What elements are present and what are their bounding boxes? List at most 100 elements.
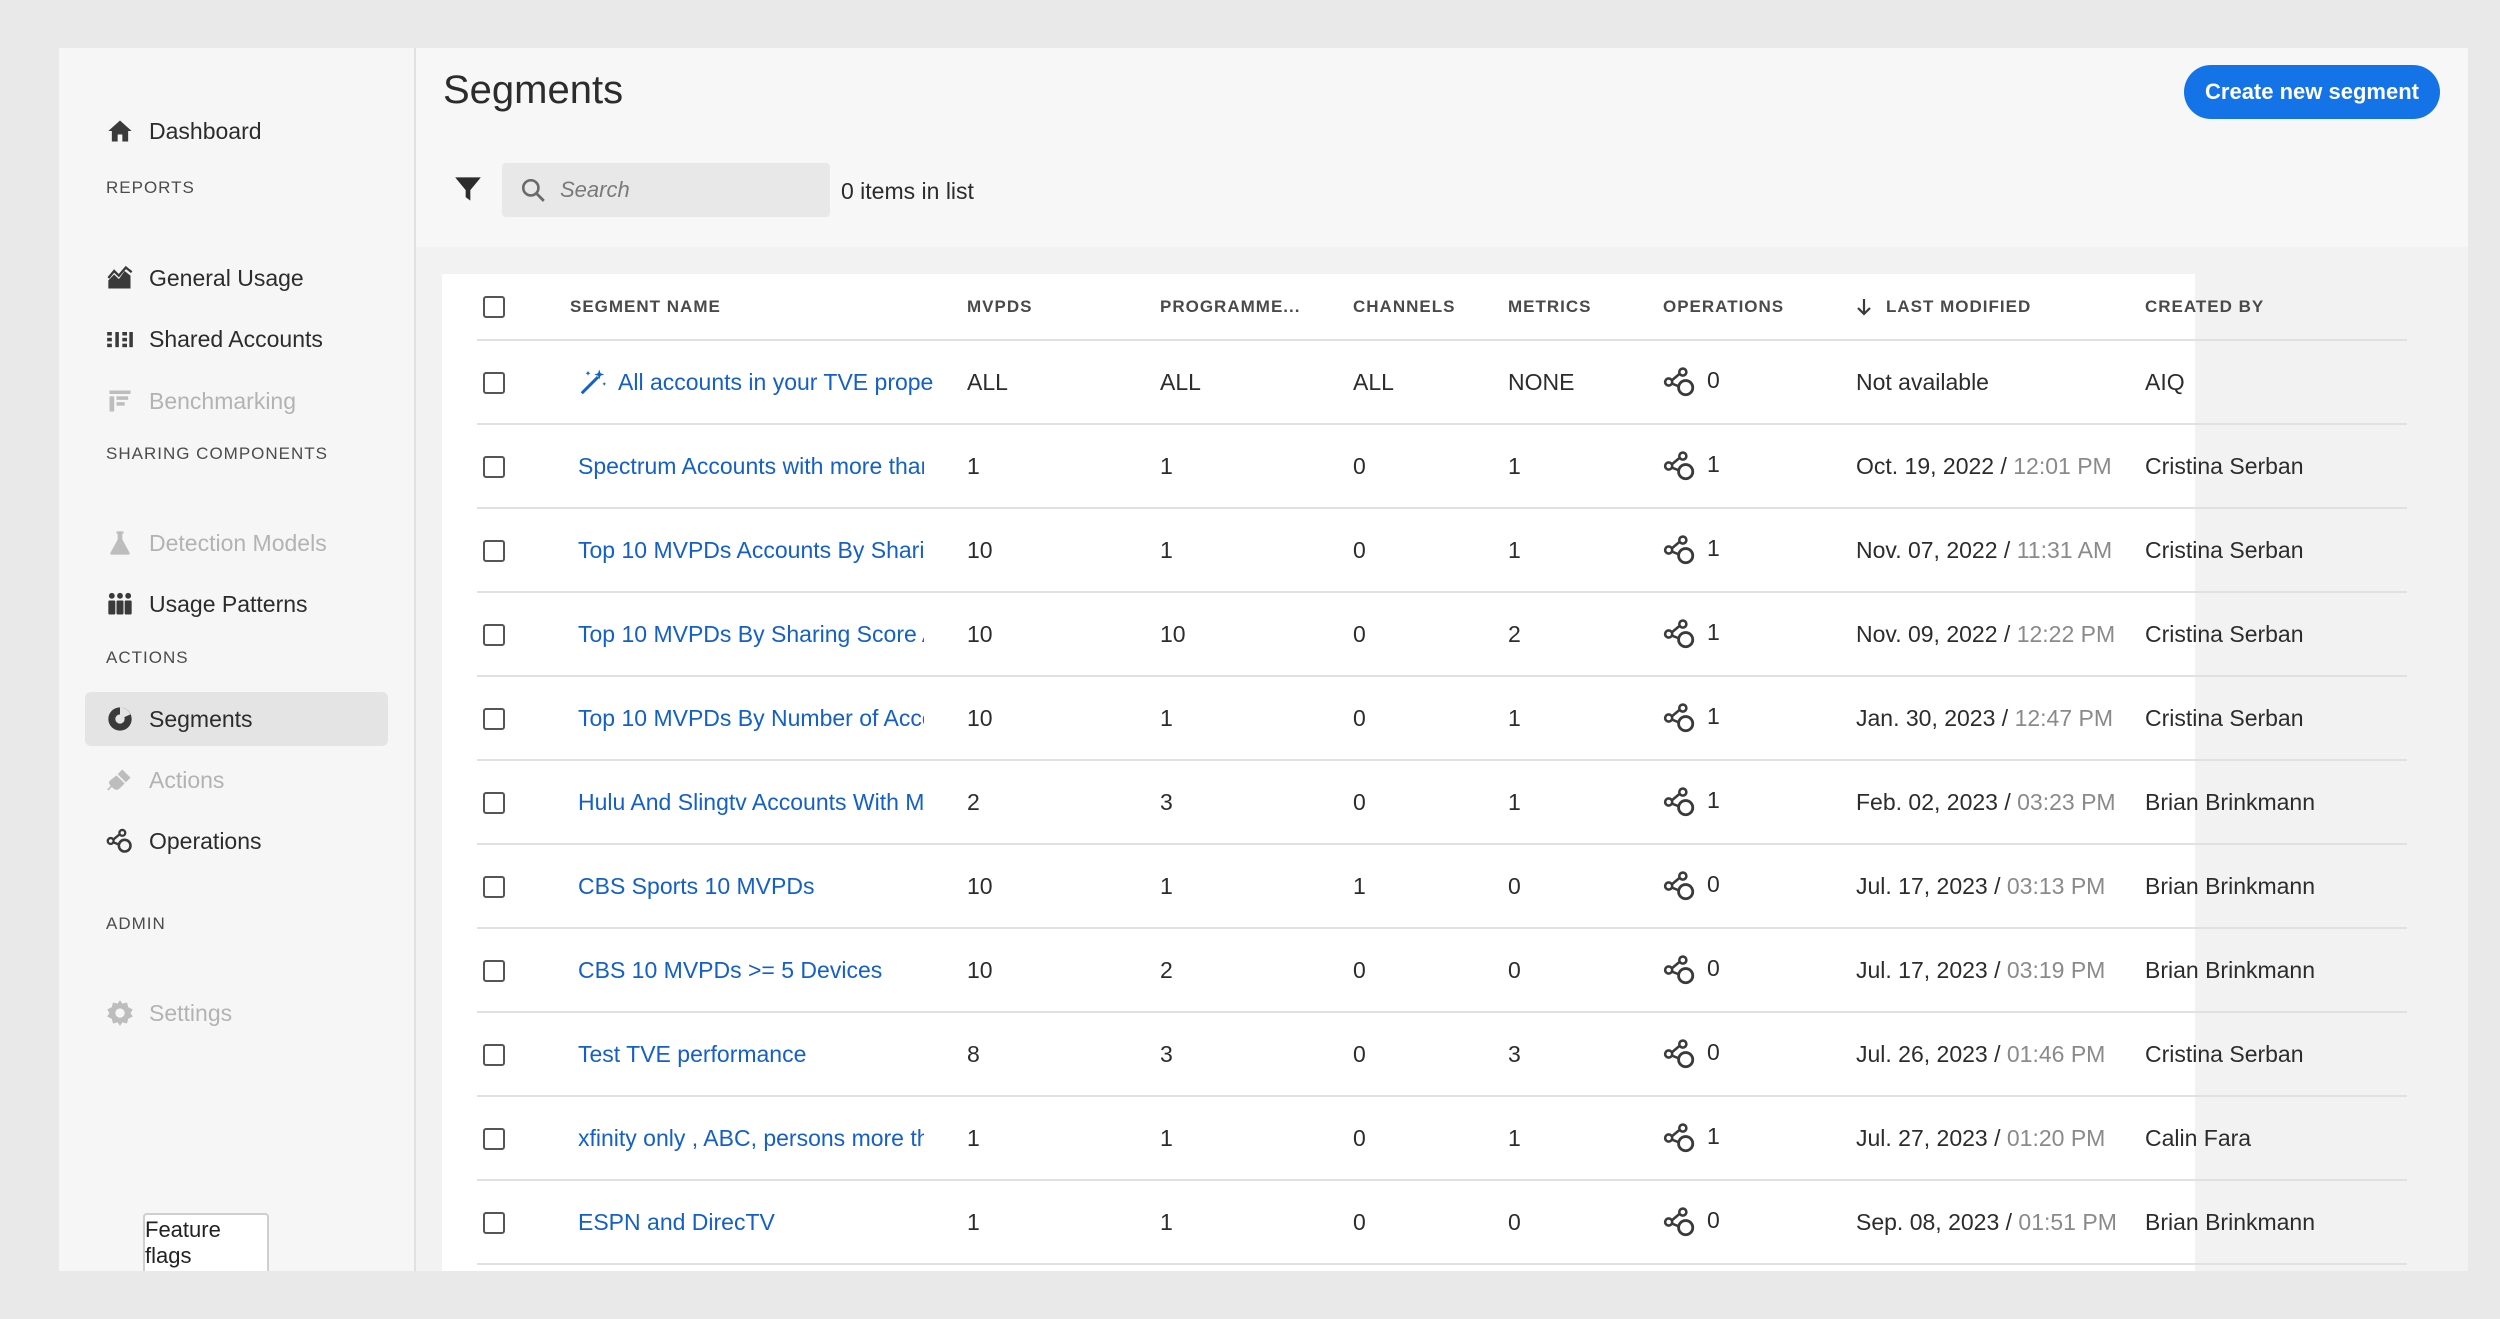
operations-cell: 1 bbox=[1663, 676, 1856, 761]
table-row[interactable]: xfinity only , ABC, persons more tha 1 1… bbox=[477, 1096, 2407, 1181]
segment-name-link[interactable]: ESPN and DirecTV bbox=[578, 1209, 775, 1236]
row-checkbox[interactable] bbox=[483, 372, 505, 395]
operations-cell: 1 bbox=[1663, 1096, 1856, 1181]
segment-name-link[interactable]: Hulu And Slingtv Accounts With Mc bbox=[578, 789, 924, 816]
segment-name-link[interactable]: Top 10 MVPDs By Sharing Score Acc bbox=[578, 621, 924, 648]
programmers-cell: 3 bbox=[1160, 760, 1353, 845]
mvpds-cell: 2 bbox=[967, 760, 1160, 845]
segment-name-link[interactable]: CBS 10 MVPDs >= 5 Devices bbox=[578, 957, 882, 984]
segment-name-cell: Top 10 MVPDs By Sharing Score Acc bbox=[570, 592, 967, 677]
mvpds-cell: 8 bbox=[967, 1012, 1160, 1097]
table-row[interactable]: Top 10 MVPDs By Sharing Score Acc 10 10 … bbox=[477, 592, 2407, 677]
table-row[interactable]: Spectrum Accounts with more than 1 1 0 1… bbox=[477, 424, 2407, 509]
page-header: Segments Create new segment 0 items in l… bbox=[416, 48, 2468, 247]
operations-icon bbox=[1663, 955, 1695, 985]
section-heading-sharing-components: SHARING COMPONENTS bbox=[106, 444, 329, 463]
segment-name-link[interactable]: Top 10 MVPDs By Number of Accou bbox=[578, 705, 924, 732]
modified-date: Jul. 27, 2023 / bbox=[1856, 1124, 2001, 1151]
search-field[interactable] bbox=[502, 163, 830, 217]
sidebar-item-label: Benchmarking bbox=[149, 387, 297, 414]
created-by-cell: AIQ bbox=[2145, 340, 2407, 425]
last-modified-cell: Jan. 30, 2023 / 12:47 PM bbox=[1856, 676, 2145, 761]
column-header-programmers[interactable]: PROGRAMME... bbox=[1160, 274, 1353, 341]
select-all-checkbox[interactable] bbox=[483, 295, 505, 318]
table-row[interactable]: CBS 10 MVPDs >= 5 Devices 10 2 0 0 0 Jul… bbox=[477, 928, 2407, 1013]
operations-icon bbox=[1663, 451, 1695, 481]
sidebar-item-operations[interactable]: Operations bbox=[85, 814, 388, 868]
mvpds-cell: 10 bbox=[967, 928, 1160, 1013]
row-checkbox[interactable] bbox=[483, 792, 505, 815]
row-checkbox[interactable] bbox=[483, 960, 505, 983]
row-checkbox[interactable] bbox=[483, 456, 505, 479]
sidebar-item-segments[interactable]: Segments bbox=[85, 692, 388, 746]
table-row[interactable]: CBS Sports 10 MVPDs 10 1 1 0 0 Jul. 17, … bbox=[477, 844, 2407, 929]
last-modified-cell: Oct. 19, 2022 / 12:01 PM bbox=[1856, 424, 2145, 509]
segment-name-link[interactable]: Spectrum Accounts with more than bbox=[578, 453, 924, 480]
column-header-last-modified[interactable]: LAST MODIFIED bbox=[1856, 274, 2145, 341]
last-modified-cell: Jul. 26, 2023 / 01:46 PM bbox=[1856, 1012, 2145, 1097]
column-header-metrics[interactable]: METRICS bbox=[1508, 274, 1663, 341]
segment-name-cell: Top 10 MVPDs Accounts By Sharing bbox=[570, 508, 967, 593]
row-checkbox[interactable] bbox=[483, 540, 505, 563]
sidebar-item-benchmarking[interactable]: Benchmarking bbox=[85, 374, 388, 428]
sidebar-item-label: Actions bbox=[149, 766, 225, 793]
sidebar-item-dashboard[interactable]: Dashboard bbox=[85, 104, 388, 158]
row-select-cell bbox=[477, 1096, 570, 1181]
segment-name-link[interactable]: Test TVE performance bbox=[578, 1041, 806, 1068]
modified-date: Jul. 17, 2023 / bbox=[1856, 956, 2001, 983]
feature-flags-button[interactable]: Feature flags bbox=[143, 1213, 269, 1271]
row-checkbox[interactable] bbox=[483, 708, 505, 731]
segment-name-link[interactable]: All accounts in your TVE prope bbox=[618, 369, 933, 396]
table-row[interactable]: Test TVE performance 8 3 0 3 0 Jul. 26, … bbox=[477, 1012, 2407, 1097]
main-content: Segments Create new segment 0 items in l… bbox=[416, 48, 2468, 1271]
create-new-segment-button[interactable]: Create new segment bbox=[2184, 65, 2440, 119]
sidebar-item-label: Segments bbox=[149, 705, 253, 732]
chart-icon bbox=[105, 263, 135, 293]
row-checkbox[interactable] bbox=[483, 876, 505, 899]
column-header-channels[interactable]: CHANNELS bbox=[1353, 274, 1508, 341]
segment-name-cell: Top 10 MVPDs By Number of Accou bbox=[570, 676, 967, 761]
row-checkbox[interactable] bbox=[483, 1128, 505, 1151]
table-row[interactable]: Top 10 MVPDs Accounts By Sharing 10 1 0 … bbox=[477, 508, 2407, 593]
column-header-mvpds[interactable]: MVPDS bbox=[967, 274, 1160, 341]
operations-cell: 1 bbox=[1663, 592, 1856, 677]
operations-cell: 1 bbox=[1663, 760, 1856, 845]
last-modified-cell: Feb. 02, 2023 / 03:23 PM bbox=[1856, 760, 2145, 845]
sidebar-item-general-usage[interactable]: General Usage bbox=[85, 251, 388, 305]
created-by-cell: Cristina Serban bbox=[2145, 424, 2407, 509]
row-checkbox[interactable] bbox=[483, 1212, 505, 1235]
row-checkbox[interactable] bbox=[483, 1044, 505, 1067]
row-checkbox[interactable] bbox=[483, 624, 505, 647]
row-select-cell bbox=[477, 844, 570, 929]
table-row[interactable]: Top 10 MVPDs By Number of Accou 10 1 0 1… bbox=[477, 676, 2407, 761]
table-row[interactable]: Hulu And Slingtv Accounts With Mc 2 3 0 … bbox=[477, 760, 2407, 845]
sidebar-item-detection-models[interactable]: Detection Models bbox=[85, 516, 388, 570]
sidebar-item-actions[interactable]: Actions bbox=[85, 753, 388, 807]
modified-time: 01:20 PM bbox=[2006, 1124, 2106, 1151]
mvpds-cell: 10 bbox=[967, 592, 1160, 677]
row-select-cell bbox=[477, 1180, 570, 1265]
modified-date: Sep. 08, 2023 / bbox=[1856, 1208, 2013, 1235]
sidebar-item-settings[interactable]: Settings bbox=[85, 986, 388, 1040]
table-row[interactable]: ESPN and DirecTV 1 1 0 0 0 Sep. 08, 2023… bbox=[477, 1180, 2407, 1265]
channels-cell: 0 bbox=[1353, 424, 1508, 509]
column-header-operations[interactable]: OPERATIONS bbox=[1663, 274, 1856, 341]
segments-table-card: SEGMENT NAME MVPDS PROGRAMME... CHANNELS… bbox=[442, 274, 2407, 1271]
programmers-cell: 1 bbox=[1160, 424, 1353, 509]
column-header-created-by[interactable]: CREATED BY bbox=[2145, 274, 2407, 341]
table-row[interactable]: All accounts in your TVE prope ALL ALL A… bbox=[477, 340, 2407, 425]
segment-name-link[interactable]: CBS Sports 10 MVPDs bbox=[578, 873, 814, 900]
filter-icon[interactable] bbox=[454, 175, 482, 203]
segment-name-link[interactable]: Top 10 MVPDs Accounts By Sharing bbox=[578, 537, 924, 564]
segment-name-link[interactable]: xfinity only , ABC, persons more tha bbox=[578, 1125, 924, 1152]
sidebar-item-usage-patterns[interactable]: Usage Patterns bbox=[85, 577, 388, 631]
programmers-cell: 3 bbox=[1160, 1012, 1353, 1097]
search-input[interactable] bbox=[560, 177, 800, 203]
column-header-segment-name[interactable]: SEGMENT NAME bbox=[570, 274, 967, 341]
modified-time: 03:13 PM bbox=[2006, 872, 2106, 899]
operations-icon bbox=[1663, 703, 1695, 733]
operations-icon bbox=[1663, 1123, 1695, 1153]
modified-date: Feb. 02, 2023 / bbox=[1856, 788, 2011, 815]
modified-date: Jul. 17, 2023 / bbox=[1856, 872, 2001, 899]
sidebar-item-shared-accounts[interactable]: Shared Accounts bbox=[85, 312, 388, 366]
